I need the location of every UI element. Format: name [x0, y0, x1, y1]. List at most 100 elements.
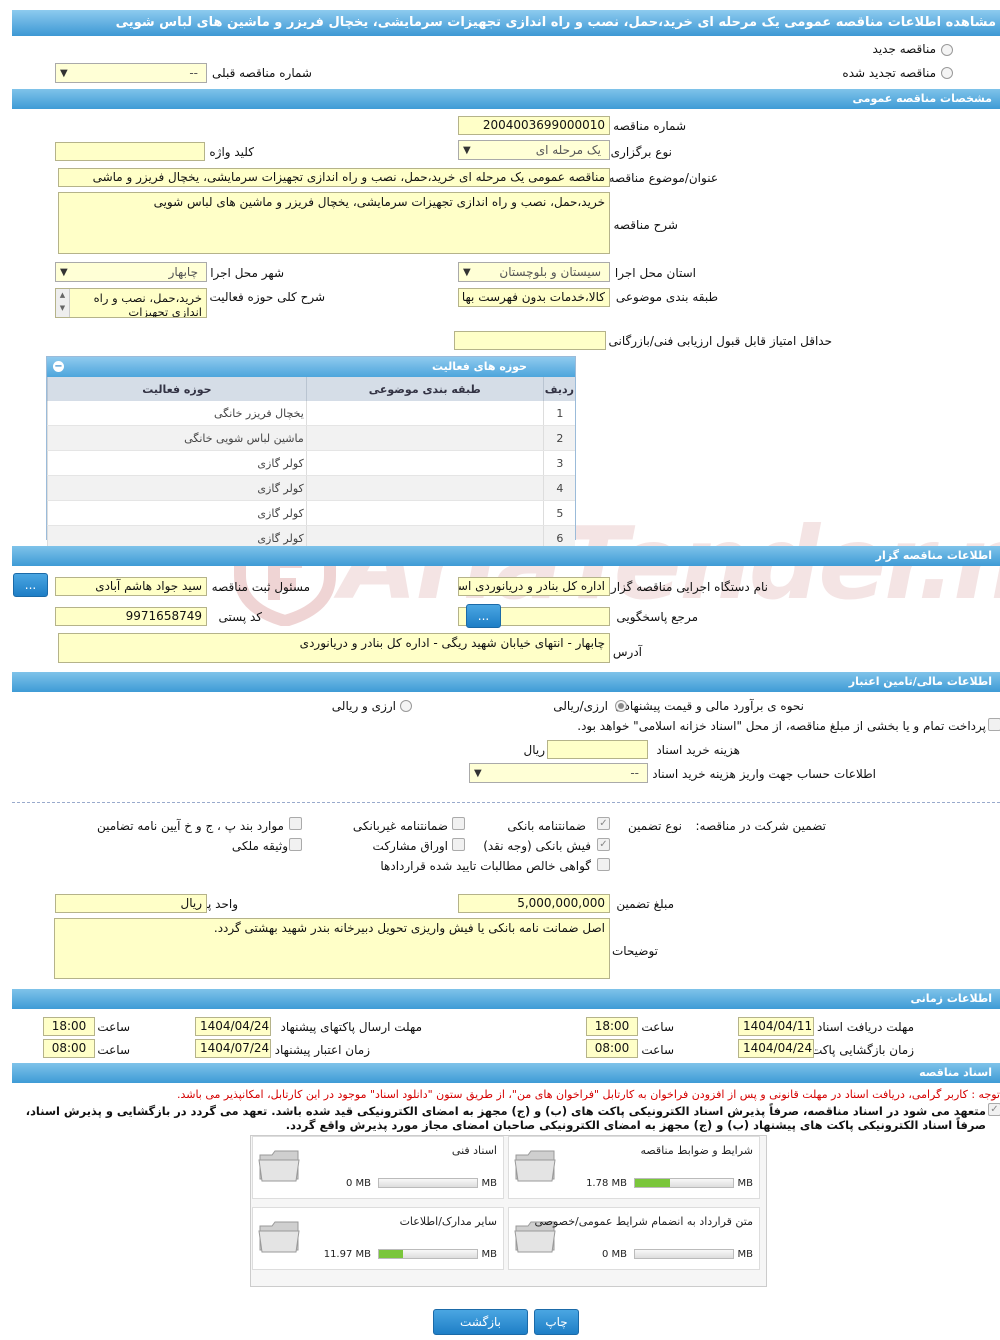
- bank-receipt-label: فیش بانکی (وجه نقد): [483, 839, 591, 853]
- radio-rial[interactable]: [615, 700, 627, 712]
- doc-file-card[interactable]: اسناد فنی 50 MB 0 MB: [252, 1136, 504, 1199]
- folder-icon: [258, 1150, 300, 1182]
- keyword-label: کلید واژه: [209, 145, 254, 159]
- doc-file-progress: [634, 1178, 734, 1188]
- address-field[interactable]: چابهار - انتهای خیابان شهید ریگی - اداره…: [58, 633, 610, 663]
- send-time-label: ساعت: [97, 1020, 130, 1034]
- send-date-field[interactable]: 1404/04/24: [195, 1017, 271, 1036]
- city-select[interactable]: چابهار ▼: [55, 262, 207, 282]
- valid-time-label: ساعت: [97, 1043, 130, 1057]
- doc-file-title: متن قرارداد به انضمام شرایط عمومی/خصوصی: [534, 1215, 753, 1228]
- section-general-header: مشخصات مناقصه عمومی: [12, 89, 1000, 109]
- activities-title: حوزه های فعالیت: [432, 360, 527, 373]
- back-button[interactable]: بازگشت: [433, 1309, 528, 1335]
- treasury-text: پرداخت تمام و یا بخشی از مبلغ مناقصه، از…: [577, 719, 986, 733]
- type-select[interactable]: یک مرحله ای ▼: [458, 140, 610, 160]
- row-field: ماشین لباس شویی خانگی: [47, 425, 307, 451]
- valid-label: زمان اعتبار پیشنهاد: [274, 1043, 370, 1057]
- estimate-label: نحوه ی برآورد مالی و قیمت پیشنهادی: [615, 699, 804, 713]
- province-select[interactable]: سیستان و بلوچستان ▼: [458, 262, 610, 282]
- receive-date-field[interactable]: 1404/04/11: [738, 1017, 814, 1036]
- clauses-checkbox[interactable]: [289, 817, 302, 830]
- page-title: مشاهده اطلاعات مناقصه عمومی یک مرحله ای …: [12, 10, 1000, 36]
- row-field: کولر گازی: [47, 450, 307, 476]
- chevron-down-icon: ▼: [463, 145, 471, 156]
- city-label: شهر محل اجرا: [210, 266, 284, 280]
- section-docs-header: اسناد مناقصه: [12, 1063, 1000, 1083]
- radio-new-label: مناقصه جدید: [872, 42, 936, 56]
- radio-renewed-tender[interactable]: [941, 67, 953, 79]
- prev-tender-select[interactable]: -- ▼: [55, 63, 207, 83]
- chevron-down-icon: ▼: [463, 267, 471, 278]
- claims-label: گواهی خالص مطالبات تایید شده قراردادها: [380, 859, 591, 873]
- print-button[interactable]: چاپ: [534, 1309, 579, 1335]
- radio-fx-label: ارزی و ریالی: [331, 699, 396, 713]
- doc-file-size: 11.97 MB: [323, 1249, 371, 1260]
- clauses-label: موارد بند پ ، ج و خ آیین نامه تضامین: [96, 819, 284, 833]
- desc-field[interactable]: خرید،حمل، نصب و راه اندازی تجهیزات سرمای…: [58, 192, 610, 254]
- doc-file-size: 0 MB: [345, 1178, 371, 1189]
- receive-label: مهلت دریافت اسناد: [816, 1020, 914, 1034]
- treasury-checkbox[interactable]: [988, 718, 1000, 731]
- open-time-field[interactable]: 08:00: [586, 1039, 638, 1058]
- account-select[interactable]: -- ▼: [469, 763, 648, 783]
- property-label: وثیقه ملکی: [231, 839, 288, 853]
- doc-file-card[interactable]: متن قرارداد به انضمام شرایط عمومی/خصوصی 5…: [508, 1207, 760, 1270]
- commit-checkbox[interactable]: ✓: [988, 1103, 1000, 1116]
- min-score-label: حداقل امتیاز قابل قبول ارزیابی فنی/بازرگ…: [608, 334, 832, 348]
- doc-cost-label: هزینه خرید اسناد: [656, 743, 740, 757]
- row-number: 2: [542, 425, 575, 451]
- ref-lookup-button[interactable]: ...: [466, 604, 501, 628]
- bank-guarantee-checkbox[interactable]: ✓: [597, 817, 610, 830]
- responsible-lookup-button[interactable]: ...: [13, 573, 48, 597]
- section-timing-header: اطلاعات زمانی: [12, 989, 1000, 1009]
- doc-file-title: اسناد فنی: [451, 1144, 497, 1157]
- category-field[interactable]: کالا،خدمات بدون فهرست بها: [458, 288, 610, 307]
- row-field: کولر گازی: [47, 500, 307, 526]
- amount-field[interactable]: 5,000,000,000: [458, 894, 610, 913]
- send-time-field[interactable]: 18:00: [43, 1017, 95, 1036]
- open-date-field[interactable]: 1404/04/24: [738, 1039, 814, 1058]
- amount-label: مبلغ تضمین: [616, 897, 674, 911]
- bank-receipt-checkbox[interactable]: ✓: [597, 838, 610, 851]
- valid-time-field[interactable]: 08:00: [43, 1039, 95, 1058]
- subject-field[interactable]: مناقصه عمومی یک مرحله ای خرید،حمل، نصب و…: [58, 168, 610, 187]
- doc-file-card[interactable]: شرایط و ضوابط مناقصه 5 MB 1.78 MB: [508, 1136, 760, 1199]
- tender-no-field[interactable]: 2004003699000010: [458, 116, 610, 135]
- collapse-icon[interactable]: −: [53, 361, 64, 372]
- doc-file-size: 0 MB: [601, 1249, 627, 1260]
- bonds-checkbox[interactable]: [452, 838, 465, 851]
- radio-fx[interactable]: [400, 700, 412, 712]
- row-field: کولر گازی: [47, 475, 307, 501]
- doc-cost-unit: ریال: [523, 743, 545, 757]
- chevron-down-icon: ▼: [60, 267, 68, 278]
- postal-field[interactable]: 9971658749: [55, 607, 207, 626]
- currency-field[interactable]: ریال: [55, 894, 207, 913]
- table-row: 4 کولر گازی: [47, 475, 575, 501]
- row-field: یخچال فریزر خانگی: [47, 401, 307, 426]
- send-label: مهلت ارسال پاکتهای پیشنهاد: [280, 1020, 422, 1034]
- property-checkbox[interactable]: [289, 838, 302, 851]
- nonbank-guarantee-checkbox[interactable]: [452, 817, 465, 830]
- section-organizer-header: اطلاعات مناقصه گزار: [12, 546, 1000, 566]
- radio-rial-label: ارزی/ریالی: [553, 699, 608, 713]
- keyword-field[interactable]: [55, 142, 205, 161]
- doc-cost-field[interactable]: [547, 740, 648, 759]
- docs-notice: توجه : کاربر گرامی، دریافت اسناد در مهلت…: [176, 1088, 1000, 1101]
- prev-tender-label: شماره مناقصه قبلی: [212, 66, 312, 80]
- radio-new-tender[interactable]: [941, 44, 953, 56]
- responsible-field[interactable]: سید جواد هاشم آبادی: [55, 577, 207, 596]
- divider: [12, 802, 1000, 803]
- org-field[interactable]: اداره کل بنادر و دریانوردی استان: [458, 577, 610, 596]
- guarantee-type-label: نوع تضمین: [628, 819, 682, 833]
- claims-checkbox[interactable]: [597, 858, 610, 871]
- receive-time-field[interactable]: 18:00: [586, 1017, 638, 1036]
- scrollbar[interactable]: ▲ ▼: [56, 289, 70, 317]
- tender-no-label: شماره مناقصه: [613, 119, 686, 133]
- scope-field[interactable]: خرید،حمل، نصب و راه اندازی تجهیزات ▲ ▼: [55, 288, 207, 318]
- valid-date-field[interactable]: 1404/07/24: [195, 1039, 271, 1058]
- doc-file-card[interactable]: سایر مدارک/اطلاعات 50 MB 11.97 MB: [252, 1207, 504, 1270]
- min-score-field[interactable]: [454, 331, 606, 350]
- notes-field[interactable]: اصل ضمانت نامه بانکی یا فیش واریزی تحویل…: [54, 918, 610, 979]
- province-label: استان محل اجرا: [614, 266, 696, 280]
